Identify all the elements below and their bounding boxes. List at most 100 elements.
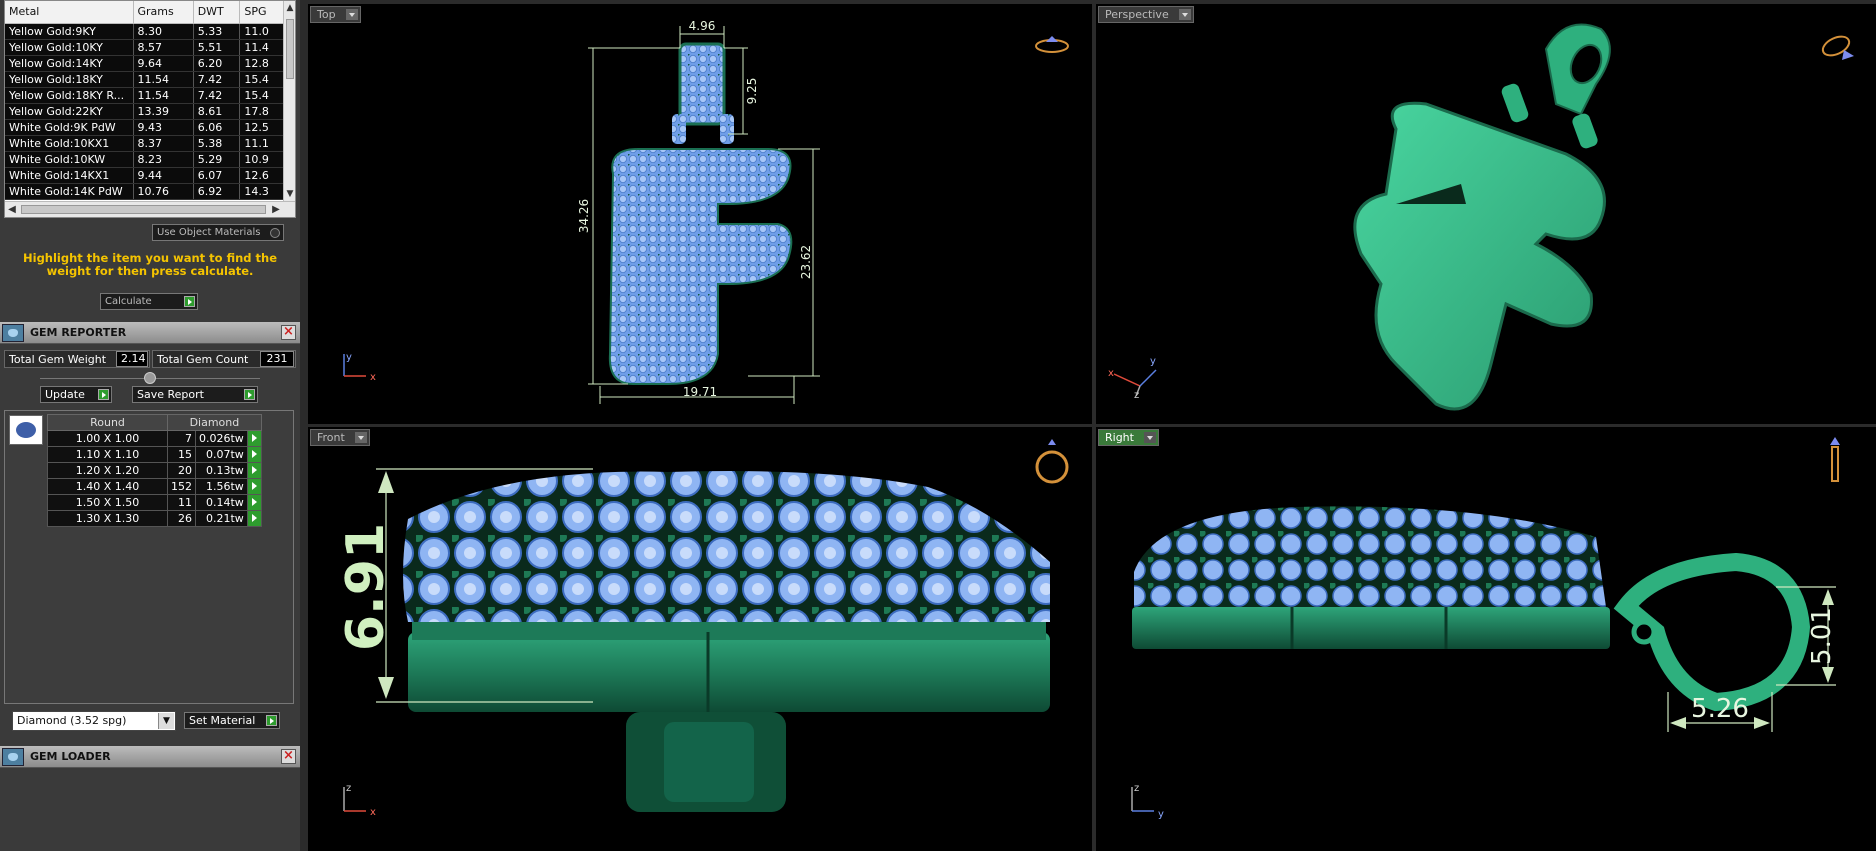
table-row[interactable]: Yellow Gold:22KY 13.39 8.61 17.8 (5, 103, 285, 120)
scroll-up-icon[interactable]: ▲ (284, 1, 295, 15)
left-panel: Metal Grams DWT SPG Yellow Gold:9KY 8.30 5.33… (0, 0, 300, 851)
gem-size: 1.50 X 1.50 (47, 494, 168, 511)
gem-row[interactable]: 1.40 X 1.40 152 1.56tw (47, 478, 262, 495)
round-gem-icon[interactable] (9, 415, 43, 445)
gem-row[interactable]: 1.20 X 1.20 20 0.13tw (47, 462, 262, 479)
viewport-perspective[interactable]: Perspective x y z (1096, 4, 1876, 424)
hscroll-thumb[interactable] (21, 205, 266, 214)
table-row[interactable]: White Gold:10KW 8.23 5.29 10.9 (5, 151, 285, 168)
viewport-top[interactable]: Top 4.96 9.25 34.26 23.62 19.71 y x (308, 4, 1092, 424)
gem-row[interactable]: 1.10 X 1.10 15 0.07tw (47, 446, 262, 463)
gem-loader-header: GEM LOADER × (0, 746, 300, 768)
metal-table-vscrollbar[interactable]: ▲ ▼ (283, 1, 295, 201)
table-cell: 10.76 (133, 183, 194, 200)
set-material-button[interactable]: Set Material (184, 712, 280, 729)
select-gem-icon[interactable] (246, 462, 262, 479)
table-cell: 11.1 (239, 135, 285, 152)
gem-size: 1.30 X 1.30 (47, 510, 168, 527)
table-row[interactable]: White Gold:10KX1 8.37 5.38 11.1 (5, 135, 285, 152)
close-icon[interactable]: × (281, 749, 296, 764)
select-gem-icon[interactable] (246, 430, 262, 447)
table-cell: White Gold:10KW (5, 151, 134, 168)
table-row[interactable]: White Gold:14KX1 9.44 6.07 12.6 (5, 167, 285, 184)
scroll-right-icon[interactable]: ▶ (269, 202, 283, 217)
total-gem-count-label: Total Gem Count (157, 353, 249, 366)
select-gem-icon[interactable] (246, 446, 262, 463)
update-button[interactable]: Update (40, 386, 112, 403)
table-cell: Yellow Gold:22KY (5, 103, 134, 120)
table-cell: 9.43 (133, 119, 194, 136)
use-object-materials-label: Use Object Materials (157, 227, 261, 238)
collapse-icon[interactable] (144, 372, 156, 384)
table-cell: 8.61 (193, 103, 241, 120)
dim-bail-width: 5.26 (1691, 694, 1749, 724)
table-row[interactable]: Yellow Gold:18KY 11.54 7.42 15.4 (5, 71, 285, 88)
gem-reporter-title: GEM REPORTER (30, 326, 127, 339)
table-cell: White Gold:10KX1 (5, 135, 134, 152)
gem-shape-header: Round (47, 414, 168, 431)
table-cell: 11.54 (133, 71, 194, 88)
gem-weight: 0.07tw (195, 446, 248, 463)
select-gem-icon[interactable] (246, 478, 262, 495)
table-cell: Yellow Gold:18KY (5, 71, 134, 88)
gem-weight: 0.14tw (195, 494, 248, 511)
select-gem-icon[interactable] (246, 494, 262, 511)
metal-table-hscrollbar[interactable]: ◀ ▶ (5, 201, 295, 217)
close-icon[interactable]: × (281, 325, 296, 340)
calculate-button[interactable]: Calculate (100, 293, 198, 310)
total-gem-weight-label: Total Gem Weight (9, 353, 107, 366)
viewport-front[interactable]: Front 6.91 z x (308, 427, 1092, 851)
gem-weight: 0.21tw (195, 510, 248, 527)
go-arrow-icon (266, 715, 277, 726)
gem-count: 7 (167, 430, 196, 447)
dim-bail-height: 9.25 (745, 78, 759, 105)
table-cell: 6.07 (193, 167, 241, 184)
table-cell: 8.57 (133, 39, 194, 56)
go-arrow-icon (98, 389, 109, 400)
table-row[interactable]: Yellow Gold:14KY 9.64 6.20 12.8 (5, 55, 285, 72)
table-row[interactable]: White Gold:14K PdW 10.76 6.92 14.3 (5, 183, 285, 200)
select-gem-icon[interactable] (246, 510, 262, 527)
ring-orientation-icon (1030, 28, 1074, 58)
axis-label-y: y (1158, 809, 1164, 820)
vscroll-thumb[interactable] (286, 19, 294, 79)
gem-size: 1.10 X 1.10 (47, 446, 168, 463)
gem-loader-title: GEM LOADER (30, 750, 111, 763)
gem-reporter-icon (2, 324, 24, 342)
table-row[interactable]: Yellow Gold:9KY 8.30 5.33 11.0 (5, 23, 285, 40)
update-label: Update (45, 388, 85, 401)
metal-col-header[interactable]: SPG (239, 1, 285, 24)
gem-row[interactable]: 1.50 X 1.50 11 0.14tw (47, 494, 262, 511)
table-cell: 8.23 (133, 151, 194, 168)
ring-orientation-icon (1820, 433, 1850, 485)
metal-col-header[interactable]: DWT (193, 1, 241, 24)
scroll-down-icon[interactable]: ▼ (284, 187, 295, 201)
dim-body-height: 23.62 (799, 245, 813, 279)
total-gem-count-value: 231 (260, 351, 294, 367)
gem-list: Round Diamond 1.00 X 1.00 7 0.026tw 1.10 X … (4, 410, 294, 704)
viewport-right[interactable]: Right 5.01 5.26 z y (1096, 427, 1876, 851)
table-cell: 6.06 (193, 119, 241, 136)
metal-weight-table[interactable]: Metal Grams DWT SPG Yellow Gold:9KY 8.30 5.33… (4, 0, 296, 218)
table-row[interactable]: Yellow Gold:18KY R... 11.54 7.42 15.4 (5, 87, 285, 104)
total-gem-weight-value: 2.14 (116, 351, 148, 367)
gem-weight: 0.13tw (195, 462, 248, 479)
gem-weight: 1.56tw (195, 478, 248, 495)
scroll-left-icon[interactable]: ◀ (5, 202, 19, 217)
gem-row[interactable]: 1.30 X 1.30 26 0.21tw (47, 510, 262, 527)
metal-col-header[interactable]: Grams (133, 1, 194, 24)
go-arrow-icon (184, 296, 195, 307)
use-object-materials-toggle[interactable]: Use Object Materials (152, 224, 284, 241)
gem-size: 1.20 X 1.20 (47, 462, 168, 479)
table-row[interactable]: White Gold:9K PdW 9.43 6.06 12.5 (5, 119, 285, 136)
gem-row[interactable]: 1.00 X 1.00 7 0.026tw (47, 430, 262, 447)
dim-total-width: 19.71 (683, 385, 717, 399)
axis-label-z: z (1134, 390, 1139, 401)
table-cell: 15.4 (239, 87, 285, 104)
axis-label-z: z (1134, 783, 1139, 794)
metal-col-header[interactable]: Metal (5, 1, 134, 24)
table-cell: 11.4 (239, 39, 285, 56)
save-report-button[interactable]: Save Report (132, 386, 258, 403)
material-select[interactable]: Diamond (3.52 spg) ▼ (12, 711, 176, 731)
table-row[interactable]: Yellow Gold:10KY 8.57 5.51 11.4 (5, 39, 285, 56)
